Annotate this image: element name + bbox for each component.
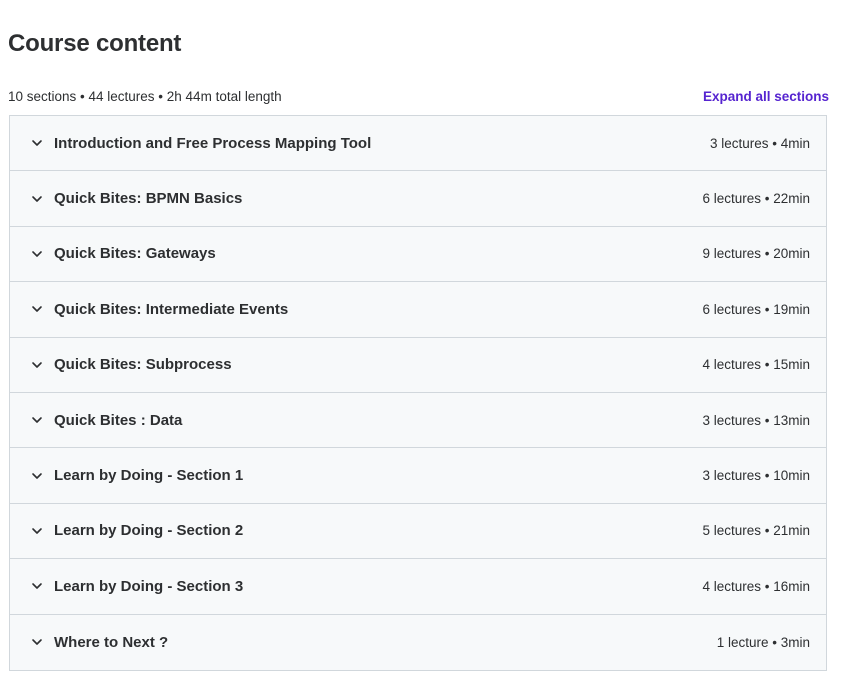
section-header[interactable]: Introduction and Free Process Mapping To… [10, 116, 826, 172]
section-title: Learn by Doing - Section 3 [54, 577, 244, 595]
section-title: Quick Bites: Intermediate Events [54, 300, 289, 318]
course-summary-row: 10 sections • 44 lectures • 2h 44m total… [8, 86, 829, 106]
chevron-down-icon [30, 413, 44, 427]
section-meta: 5 lectures • 21min [702, 523, 810, 539]
section-header[interactable]: Quick Bites : Data 3 lectures • 13min [10, 392, 826, 449]
section-list: Introduction and Free Process Mapping To… [9, 115, 827, 671]
section-meta: 4 lectures • 15min [702, 357, 810, 373]
section-header[interactable]: Learn by Doing - Section 2 5 lectures • … [10, 503, 826, 560]
section-meta: 6 lectures • 19min [702, 301, 810, 317]
section-meta: 1 lecture • 3min [716, 634, 810, 650]
chevron-down-icon [30, 469, 44, 483]
section-title: Learn by Doing - Section 1 [54, 467, 244, 485]
section-header[interactable]: Learn by Doing - Section 1 3 lectures • … [10, 448, 826, 504]
section-meta: 3 lectures • 4min [709, 135, 810, 151]
section-header[interactable]: Quick Bites: Intermediate Events 6 lectu… [10, 282, 826, 338]
expand-all-sections-link[interactable]: Expand all sections [703, 89, 829, 104]
chevron-down-icon [30, 579, 44, 593]
section-header[interactable]: Quick Bites: BPMN Basics 6 lectures • 22… [10, 171, 826, 227]
chevron-down-icon [30, 302, 44, 316]
section-header[interactable]: Learn by Doing - Section 3 4 lectures • … [10, 559, 826, 615]
section-title: Quick Bites: Gateways [54, 245, 216, 263]
chevron-down-icon [30, 635, 44, 649]
section-meta: 9 lectures • 20min [702, 246, 810, 262]
section-title: Learn by Doing - Section 2 [54, 522, 244, 540]
section-header[interactable]: Quick Bites: Gateways 9 lectures • 20min [10, 226, 826, 283]
section-title: Quick Bites : Data [54, 411, 183, 429]
chevron-down-icon [30, 524, 44, 538]
page-title: Course content [8, 30, 182, 57]
section-header[interactable]: Quick Bites: Subprocess 4 lectures • 15m… [10, 337, 826, 393]
section-meta: 6 lectures • 22min [702, 191, 810, 207]
section-meta: 3 lectures • 13min [702, 412, 810, 428]
section-title: Quick Bites: BPMN Basics [54, 190, 243, 208]
section-meta: 3 lectures • 10min [702, 468, 810, 484]
section-title: Quick Bites: Subprocess [54, 356, 232, 374]
section-title: Where to Next ? [54, 633, 169, 651]
section-meta: 4 lectures • 16min [702, 578, 810, 594]
section-title: Introduction and Free Process Mapping To… [54, 134, 372, 152]
course-summary: 10 sections • 44 lectures • 2h 44m total… [8, 88, 282, 104]
chevron-down-icon [30, 247, 44, 261]
chevron-down-icon [30, 136, 44, 150]
section-header[interactable]: Where to Next ? 1 lecture • 3min [10, 614, 826, 670]
chevron-down-icon [30, 192, 44, 206]
chevron-down-icon [30, 358, 44, 372]
